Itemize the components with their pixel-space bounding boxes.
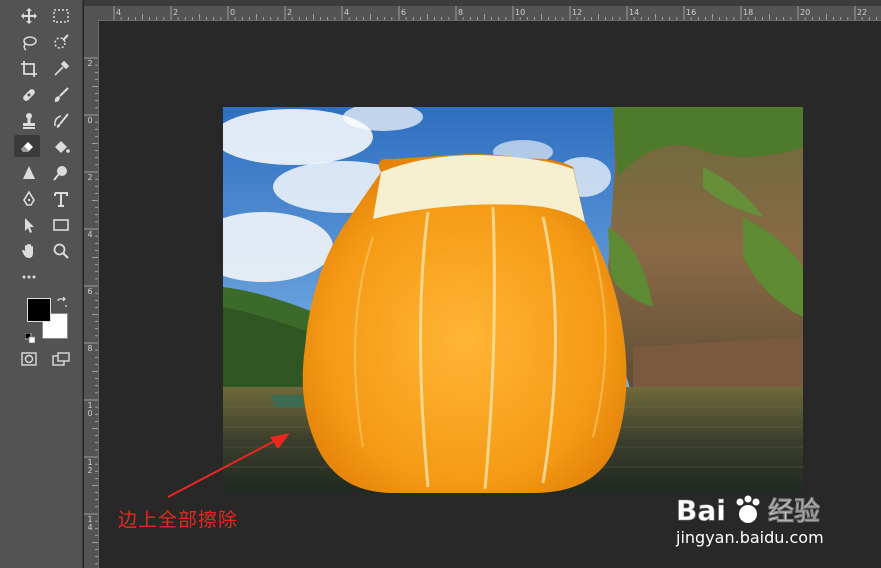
horizontal-ruler bbox=[84, 6, 881, 21]
ruler-label: 8 bbox=[87, 344, 93, 353]
ruler-label: 2 bbox=[87, 173, 93, 182]
hand-tool-icon[interactable] bbox=[16, 240, 42, 262]
ruler-label: 12 bbox=[87, 458, 93, 475]
ruler-label: 2 bbox=[173, 8, 179, 17]
ruler-label: 10 bbox=[515, 8, 526, 17]
paint-bucket-icon[interactable] bbox=[48, 136, 74, 158]
quick-mask-icon[interactable] bbox=[16, 348, 42, 370]
annotation-arrow bbox=[167, 433, 290, 498]
eraser-tool-icon[interactable] bbox=[14, 135, 40, 157]
ruler-label: 18 bbox=[743, 8, 754, 17]
baidu-logo-text-bai: Bai bbox=[676, 494, 726, 527]
healing-brush-icon[interactable] bbox=[16, 84, 42, 106]
ruler-label: 0 bbox=[230, 8, 236, 17]
zoom-tool-icon[interactable] bbox=[48, 240, 74, 262]
quick-selection-icon[interactable] bbox=[48, 32, 74, 54]
ruler-label: 2 bbox=[87, 59, 93, 68]
rectangle-tool-icon[interactable] bbox=[48, 214, 74, 236]
annotation-text: 边上全部擦除 bbox=[118, 509, 239, 531]
watermark-url: jingyan.baidu.com bbox=[676, 528, 824, 547]
ruler-label: 14 bbox=[629, 8, 640, 17]
move-tool-icon[interactable] bbox=[16, 5, 42, 27]
foreground-color-swatch[interactable] bbox=[27, 298, 51, 322]
swap-colors-icon[interactable] bbox=[56, 294, 68, 307]
ruler-label: 22 bbox=[857, 8, 868, 17]
crop-tool-icon[interactable] bbox=[16, 58, 42, 80]
ruler-label: 10 bbox=[87, 401, 93, 418]
ruler-label: 4 bbox=[344, 8, 350, 17]
ruler-label: 2 bbox=[287, 8, 293, 17]
pen-tool-icon[interactable] bbox=[16, 188, 42, 210]
rectangular-marquee-icon[interactable] bbox=[48, 5, 74, 27]
ruler-label: 0 bbox=[87, 116, 93, 125]
default-colors-icon[interactable] bbox=[24, 328, 36, 344]
ruler-label: 20 bbox=[800, 8, 811, 17]
ruler-label: 4 bbox=[116, 8, 122, 17]
clone-stamp-icon[interactable] bbox=[16, 110, 42, 132]
dodge-tool-icon[interactable] bbox=[48, 162, 74, 184]
lasso-tool-icon[interactable] bbox=[16, 32, 42, 54]
ruler-label: 16 bbox=[686, 8, 697, 17]
more-tools-icon[interactable] bbox=[16, 266, 42, 288]
history-brush-icon[interactable] bbox=[48, 110, 74, 132]
blur-tool-icon[interactable] bbox=[16, 162, 42, 184]
eyedropper-icon[interactable] bbox=[48, 58, 74, 80]
ruler-origin[interactable] bbox=[84, 6, 98, 20]
path-selection-icon[interactable] bbox=[16, 214, 42, 236]
ruler-label: 4 bbox=[87, 230, 93, 239]
ruler-label: 8 bbox=[458, 8, 464, 17]
ruler-label: 12 bbox=[572, 8, 583, 17]
ruler-label: 6 bbox=[401, 8, 407, 17]
brush-tool-icon[interactable] bbox=[48, 84, 74, 106]
ruler-label: 6 bbox=[87, 287, 93, 296]
document-canvas[interactable] bbox=[223, 107, 803, 493]
type-tool-icon[interactable] bbox=[48, 188, 74, 210]
tools-panel bbox=[0, 0, 83, 568]
baidu-logo-cn: 经验 bbox=[768, 496, 820, 527]
screen-mode-icon[interactable] bbox=[48, 348, 74, 370]
ruler-label: 14 bbox=[87, 515, 93, 532]
